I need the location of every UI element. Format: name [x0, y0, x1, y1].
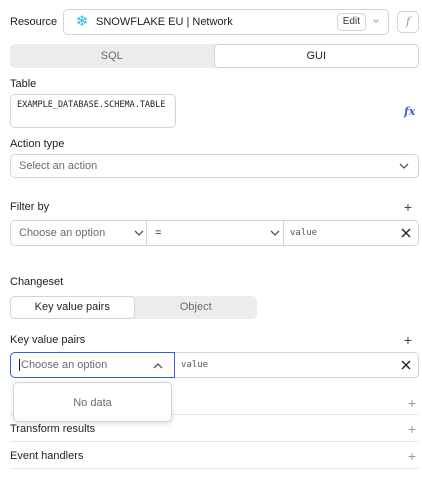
divider — [10, 441, 419, 442]
resource-select[interactable]: ❄ SNOWFLAKE EU | Network Edit — [63, 9, 389, 35]
filter-operator-select[interactable]: = — [155, 221, 283, 245]
resource-label: Resource — [10, 16, 58, 28]
tab-gui[interactable]: GUI — [213, 44, 419, 68]
transform-results-label[interactable]: Transform results — [10, 423, 95, 435]
kv-value-input[interactable]: value — [181, 353, 381, 377]
action-type-select[interactable]: Select an action — [10, 154, 419, 178]
fx-icon[interactable]: fx — [404, 105, 415, 118]
close-icon[interactable] — [400, 359, 412, 371]
tab-sql[interactable]: SQL — [10, 44, 214, 68]
filter-operator-value: = — [155, 227, 162, 239]
add-transform-icon[interactable]: + — [406, 422, 418, 436]
snowflake-icon: ❄ — [75, 13, 89, 30]
divider — [283, 221, 284, 245]
filter-value-input[interactable]: value — [290, 221, 390, 245]
kv-label: Key value pairs — [10, 334, 86, 346]
fx-toggle-button[interactable]: f — [397, 11, 419, 33]
divider — [10, 468, 419, 469]
changeset-label: Changeset — [10, 276, 64, 288]
table-label: Table — [10, 78, 37, 90]
chevron-up-icon — [153, 363, 163, 369]
chevron-down-icon — [134, 230, 144, 236]
changeset-switcher: Key value pairs Object — [10, 296, 257, 319]
action-type-label: Action type — [10, 138, 65, 150]
add-filter-icon[interactable]: + — [402, 200, 414, 214]
filter-column-placeholder: Choose an option — [19, 227, 106, 239]
resource-name: SNOWFLAKE EU | Network — [96, 16, 233, 28]
filter-label: Filter by — [10, 201, 50, 213]
kv-key-dropdown: No data — [13, 382, 172, 422]
table-input[interactable]: EXAMPLE_DATABASE.SCHEMA.TABLE — [10, 94, 176, 128]
filter-column-select[interactable]: Choose an option — [19, 221, 147, 245]
kv-key-placeholder: Choose an option — [21, 359, 108, 371]
add-event-handler-icon[interactable]: + — [406, 449, 418, 463]
mode-switcher: SQL GUI — [10, 44, 419, 68]
filter-row: Choose an option = value — [10, 220, 419, 246]
tab-object[interactable]: Object — [135, 296, 258, 319]
chevron-down-icon — [399, 163, 409, 169]
kv-key-select[interactable]: Choose an option — [10, 352, 175, 378]
add-kv-icon[interactable]: + — [402, 333, 414, 347]
action-type-placeholder: Select an action — [19, 160, 98, 172]
add-icon[interactable]: + — [406, 396, 418, 410]
text-caret — [19, 359, 20, 371]
tab-key-value-pairs[interactable]: Key value pairs — [10, 296, 135, 319]
divider — [146, 221, 147, 245]
dropdown-empty-text: No data — [73, 397, 112, 409]
edit-resource-button[interactable]: Edit — [336, 13, 366, 31]
close-icon[interactable] — [400, 227, 412, 239]
event-handlers-label[interactable]: Event handlers — [10, 450, 83, 462]
chevron-down-icon — [270, 230, 280, 236]
chevron-down-icon[interactable] — [370, 15, 382, 29]
